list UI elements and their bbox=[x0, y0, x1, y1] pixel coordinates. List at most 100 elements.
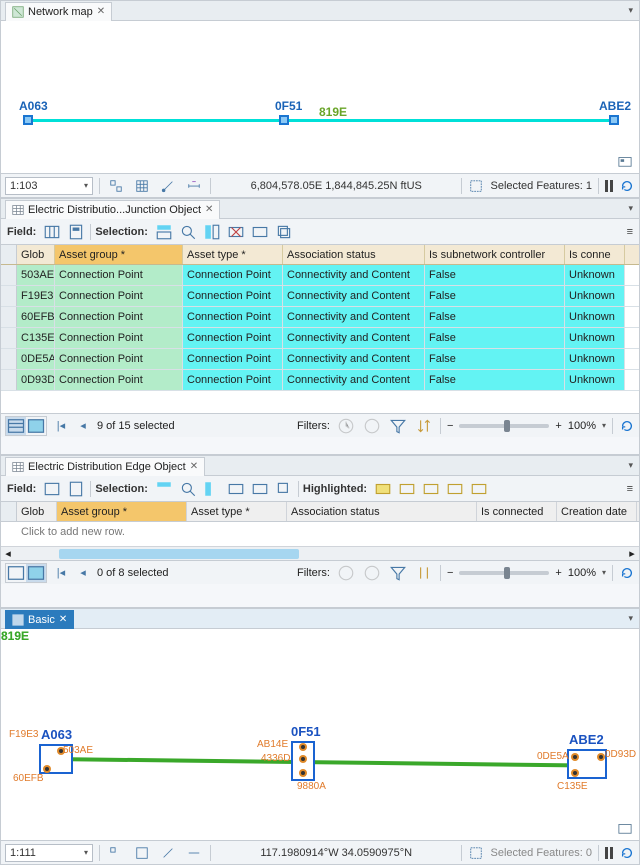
node-0f51[interactable] bbox=[279, 115, 289, 125]
zoom-plus[interactable]: + bbox=[555, 567, 561, 579]
zoom-to-icon[interactable] bbox=[178, 222, 198, 242]
node-a063[interactable] bbox=[23, 115, 33, 125]
row-header[interactable] bbox=[1, 349, 17, 369]
cell-assoc[interactable]: Connectivity and Content bbox=[283, 349, 425, 369]
col-asset-type[interactable]: Asset type * bbox=[187, 502, 287, 521]
table-row[interactable]: F19E3Connection PointConnection PointCon… bbox=[1, 286, 639, 307]
row-header[interactable] bbox=[1, 286, 17, 306]
clear-selection-icon[interactable] bbox=[226, 222, 246, 242]
col-assoc-status[interactable]: Association status bbox=[287, 502, 477, 521]
cell-sub[interactable]: False bbox=[425, 286, 565, 306]
copy-selection-icon[interactable] bbox=[274, 479, 294, 499]
filter-extent-icon[interactable] bbox=[362, 416, 382, 436]
chevron-down-icon[interactable]: ▾ bbox=[602, 421, 606, 430]
cell-glob[interactable]: F19E3 bbox=[17, 286, 55, 306]
filter-time-icon[interactable] bbox=[336, 563, 356, 583]
cell-glob[interactable]: 0D93D bbox=[17, 370, 55, 390]
cell-glob[interactable]: 0DE5A bbox=[17, 349, 55, 369]
scale-combo[interactable]: 1:111▾ bbox=[5, 844, 93, 862]
tab-network-map[interactable]: Network map ✕ bbox=[5, 2, 112, 21]
refresh-icon[interactable] bbox=[619, 845, 635, 861]
snap-icon[interactable] bbox=[106, 176, 126, 196]
tab-basic[interactable]: Basic ✕ bbox=[5, 610, 74, 629]
col-asset-type[interactable]: Asset type * bbox=[183, 245, 283, 264]
node-abe2[interactable] bbox=[609, 115, 619, 125]
measure-icon[interactable] bbox=[184, 176, 204, 196]
measure-icon[interactable] bbox=[184, 843, 204, 863]
junction-dot[interactable] bbox=[597, 753, 605, 761]
cell-conn[interactable]: Unknown bbox=[565, 307, 625, 327]
nav-prev-icon[interactable]: ◂ bbox=[75, 565, 91, 581]
add-field-icon[interactable] bbox=[42, 222, 62, 242]
cell-sub[interactable]: False bbox=[425, 265, 565, 285]
selection-icon[interactable] bbox=[468, 845, 484, 861]
close-icon[interactable]: ✕ bbox=[97, 6, 105, 17]
calc-field-icon[interactable] bbox=[66, 479, 86, 499]
cell-group[interactable]: Connection Point bbox=[55, 265, 183, 285]
view-all-icon[interactable] bbox=[6, 564, 26, 582]
select-by-attr-icon[interactable] bbox=[154, 222, 174, 242]
grid2-scrollbar[interactable]: ◂ ▸ bbox=[1, 546, 639, 560]
close-icon[interactable]: ✕ bbox=[205, 204, 213, 215]
cell-glob[interactable]: C135E bbox=[17, 328, 55, 348]
calc-field-icon[interactable] bbox=[66, 222, 86, 242]
junction-dot[interactable] bbox=[571, 753, 579, 761]
tab-edge-object[interactable]: Electric Distribution Edge Object ✕ bbox=[5, 457, 205, 476]
row-header-corner[interactable] bbox=[1, 502, 17, 521]
menu-icon[interactable]: ≡ bbox=[627, 483, 633, 495]
grid-icon[interactable] bbox=[132, 843, 152, 863]
zoom-slider[interactable] bbox=[459, 424, 549, 428]
table-row[interactable]: 0DE5AConnection PointConnection PointCon… bbox=[1, 349, 639, 370]
view-selected-icon[interactable] bbox=[26, 564, 46, 582]
cell-glob[interactable]: 60EFB bbox=[17, 307, 55, 327]
row-header[interactable] bbox=[1, 328, 17, 348]
cell-group[interactable]: Connection Point bbox=[55, 286, 183, 306]
row-header[interactable] bbox=[1, 265, 17, 285]
refresh-icon[interactable] bbox=[619, 565, 635, 581]
filter-sort-icon[interactable] bbox=[414, 416, 434, 436]
filter-extent-icon[interactable] bbox=[362, 563, 382, 583]
cell-assoc[interactable]: Connectivity and Content bbox=[283, 370, 425, 390]
col-creation-date[interactable]: Creation date bbox=[557, 502, 637, 521]
overview-icon[interactable] bbox=[617, 820, 633, 836]
col-connected[interactable]: Is connected bbox=[477, 502, 557, 521]
junction-dot[interactable] bbox=[43, 765, 51, 773]
cell-conn[interactable]: Unknown bbox=[565, 349, 625, 369]
switch-selection-icon[interactable] bbox=[202, 222, 222, 242]
add-field-icon[interactable] bbox=[42, 479, 62, 499]
overview-icon[interactable] bbox=[617, 153, 633, 169]
cell-type[interactable]: Connection Point bbox=[183, 349, 283, 369]
highlight-2-icon[interactable] bbox=[397, 479, 417, 499]
panel-menu-caret[interactable]: ▾ bbox=[628, 460, 633, 471]
cell-sub[interactable]: False bbox=[425, 370, 565, 390]
junction-grid[interactable]: Glob Asset group * Asset type * Associat… bbox=[1, 245, 639, 413]
tab-junction-object[interactable]: Electric Distributio...Junction Object ✕ bbox=[5, 200, 220, 219]
table-row[interactable]: 60EFBConnection PointConnection PointCon… bbox=[1, 307, 639, 328]
zoom-minus[interactable]: − bbox=[447, 420, 453, 432]
scale-combo[interactable]: 1:103▾ bbox=[5, 177, 93, 195]
cell-assoc[interactable]: Connectivity and Content bbox=[283, 265, 425, 285]
zoom-minus[interactable]: − bbox=[447, 567, 453, 579]
row-header-corner[interactable] bbox=[1, 245, 17, 264]
cell-glob[interactable]: 503AE bbox=[17, 265, 55, 285]
row-header[interactable] bbox=[1, 370, 17, 390]
zoom-to-icon[interactable] bbox=[178, 479, 198, 499]
col-connected[interactable]: Is conne bbox=[565, 245, 625, 264]
cell-group[interactable]: Connection Point bbox=[55, 349, 183, 369]
panel-menu-caret[interactable]: ▾ bbox=[628, 613, 633, 624]
filter-time-icon[interactable] bbox=[336, 416, 356, 436]
col-asset-group[interactable]: Asset group * bbox=[55, 245, 183, 264]
add-row-placeholder[interactable]: Click to add new row. bbox=[1, 522, 639, 542]
cell-assoc[interactable]: Connectivity and Content bbox=[283, 328, 425, 348]
highlight-4-icon[interactable] bbox=[445, 479, 465, 499]
close-icon[interactable]: ✕ bbox=[59, 614, 67, 625]
filter-funnel-icon[interactable] bbox=[388, 563, 408, 583]
highlight-1-icon[interactable] bbox=[373, 479, 393, 499]
edge-grid[interactable]: Glob Asset group * Asset type * Associat… bbox=[1, 502, 639, 546]
constraints-icon[interactable] bbox=[158, 176, 178, 196]
chevron-down-icon[interactable]: ▾ bbox=[602, 568, 606, 577]
cell-type[interactable]: Connection Point bbox=[183, 328, 283, 348]
switch-selection-icon[interactable] bbox=[202, 479, 222, 499]
col-asset-group[interactable]: Asset group * bbox=[57, 502, 187, 521]
scroll-left-icon[interactable]: ◂ bbox=[1, 547, 15, 560]
